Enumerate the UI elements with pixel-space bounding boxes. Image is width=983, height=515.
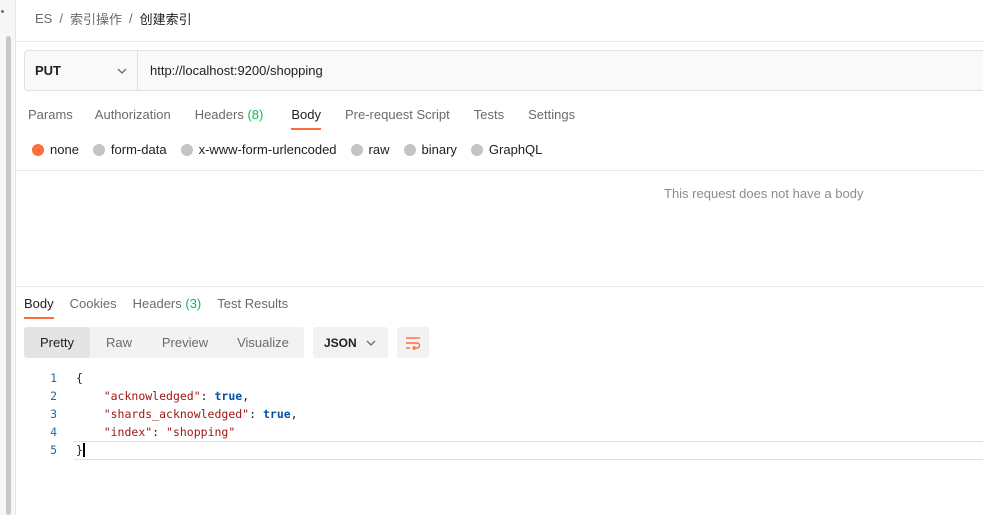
json-value: true xyxy=(214,389,243,403)
headers-count: (8) xyxy=(247,107,264,122)
divider xyxy=(16,41,983,42)
tab-headers[interactable]: Headers (8) xyxy=(195,107,264,130)
line-number: 4 xyxy=(50,425,57,439)
response-tabs: Body Cookies Headers (3) Test Results xyxy=(24,296,288,319)
tab-settings[interactable]: Settings xyxy=(528,107,575,130)
radio-icon xyxy=(470,143,483,156)
view-raw-button[interactable]: Raw xyxy=(90,327,148,358)
url-bar: PUT xyxy=(24,50,983,91)
method-label: PUT xyxy=(35,63,61,78)
tab-tests[interactable]: Tests xyxy=(474,107,504,130)
tab-pre-request-script[interactable]: Pre-request Script xyxy=(345,107,450,130)
response-code-editor[interactable]: 1 { 2 "acknowledged": true, 3 "shards_ac… xyxy=(24,369,983,459)
radio-graphql[interactable]: GraphQL xyxy=(470,142,542,157)
response-tab-body[interactable]: Body xyxy=(24,296,54,319)
response-tab-cookies[interactable]: Cookies xyxy=(70,296,117,319)
method-select[interactable]: PUT xyxy=(25,51,138,90)
format-label: JSON xyxy=(324,335,357,350)
breadcrumb-separator: / xyxy=(128,10,133,26)
radio-icon xyxy=(180,143,193,156)
radio-raw[interactable]: raw xyxy=(350,142,390,157)
tab-params[interactable]: Params xyxy=(28,107,73,130)
line-number: 1 xyxy=(50,371,57,385)
url-input[interactable] xyxy=(138,51,983,90)
chevron-down-icon xyxy=(366,340,376,346)
radio-binary[interactable]: binary xyxy=(403,142,457,157)
json-punct: , xyxy=(242,389,250,403)
json-value: true xyxy=(262,407,291,421)
view-visualize-button[interactable]: Visualize xyxy=(222,327,304,358)
breadcrumb-folder[interactable]: 索引操作 xyxy=(70,9,122,28)
breadcrumb-collection[interactable]: ES xyxy=(35,11,52,26)
radio-form-data[interactable]: form-data xyxy=(92,142,167,157)
code-text: { xyxy=(76,371,83,385)
view-mode-group: Pretty Raw Preview Visualize xyxy=(24,327,304,358)
response-tab-test-results[interactable]: Test Results xyxy=(217,296,288,319)
radio-icon xyxy=(350,143,363,156)
left-gutter xyxy=(0,0,16,515)
radio-none[interactable]: none xyxy=(32,142,79,157)
code-line: 5 } xyxy=(24,441,983,459)
radio-icon xyxy=(92,143,105,156)
line-number: 3 xyxy=(50,407,57,421)
code-text: } xyxy=(76,443,83,457)
json-key: "shards_acknowledged" xyxy=(103,407,250,421)
view-pretty-button[interactable]: Pretty xyxy=(24,327,90,358)
code-line: 3 "shards_acknowledged": true, xyxy=(24,405,983,423)
text-cursor xyxy=(83,443,85,457)
wrap-lines-icon xyxy=(406,336,421,350)
chevron-down-icon xyxy=(117,68,127,74)
json-value: "shopping" xyxy=(166,425,236,439)
wrap-lines-button[interactable] xyxy=(397,327,429,358)
breadcrumb-request[interactable]: 创建索引 xyxy=(140,9,192,28)
line-number: 5 xyxy=(50,443,57,457)
json-key: "acknowledged" xyxy=(103,389,201,403)
code-line: 2 "acknowledged": true, xyxy=(24,387,983,405)
response-headers-count: (3) xyxy=(185,296,202,311)
breadcrumb-separator: / xyxy=(59,10,63,26)
body-type-options: none form-data x-www-form-urlencoded raw… xyxy=(32,142,556,157)
json-key: "index" xyxy=(103,425,153,439)
divider xyxy=(16,170,983,171)
radio-selected-icon xyxy=(32,143,44,156)
json-punct: , xyxy=(290,407,298,421)
tab-authorization[interactable]: Authorization xyxy=(95,107,171,130)
view-preview-button[interactable]: Preview xyxy=(148,327,222,358)
breadcrumb: ES / 索引操作 / 创建索引 xyxy=(35,9,192,27)
response-divider[interactable] xyxy=(16,286,983,287)
response-tab-headers[interactable]: Headers (3) xyxy=(133,296,202,319)
gutter-dot xyxy=(1,10,4,13)
format-select[interactable]: JSON xyxy=(313,327,388,358)
radio-icon xyxy=(403,143,416,156)
request-tabs: Params Authorization Headers (8) Body Pr… xyxy=(28,107,575,130)
empty-body-message: This request does not have a body xyxy=(664,186,864,201)
tab-body[interactable]: Body xyxy=(291,107,321,130)
vertical-scrollbar[interactable] xyxy=(6,36,11,515)
code-line: 4 "index": "shopping" xyxy=(24,423,983,441)
radio-x-www-form-urlencoded[interactable]: x-www-form-urlencoded xyxy=(180,142,337,157)
code-line: 1 { xyxy=(24,369,983,387)
line-number: 2 xyxy=(50,389,57,403)
